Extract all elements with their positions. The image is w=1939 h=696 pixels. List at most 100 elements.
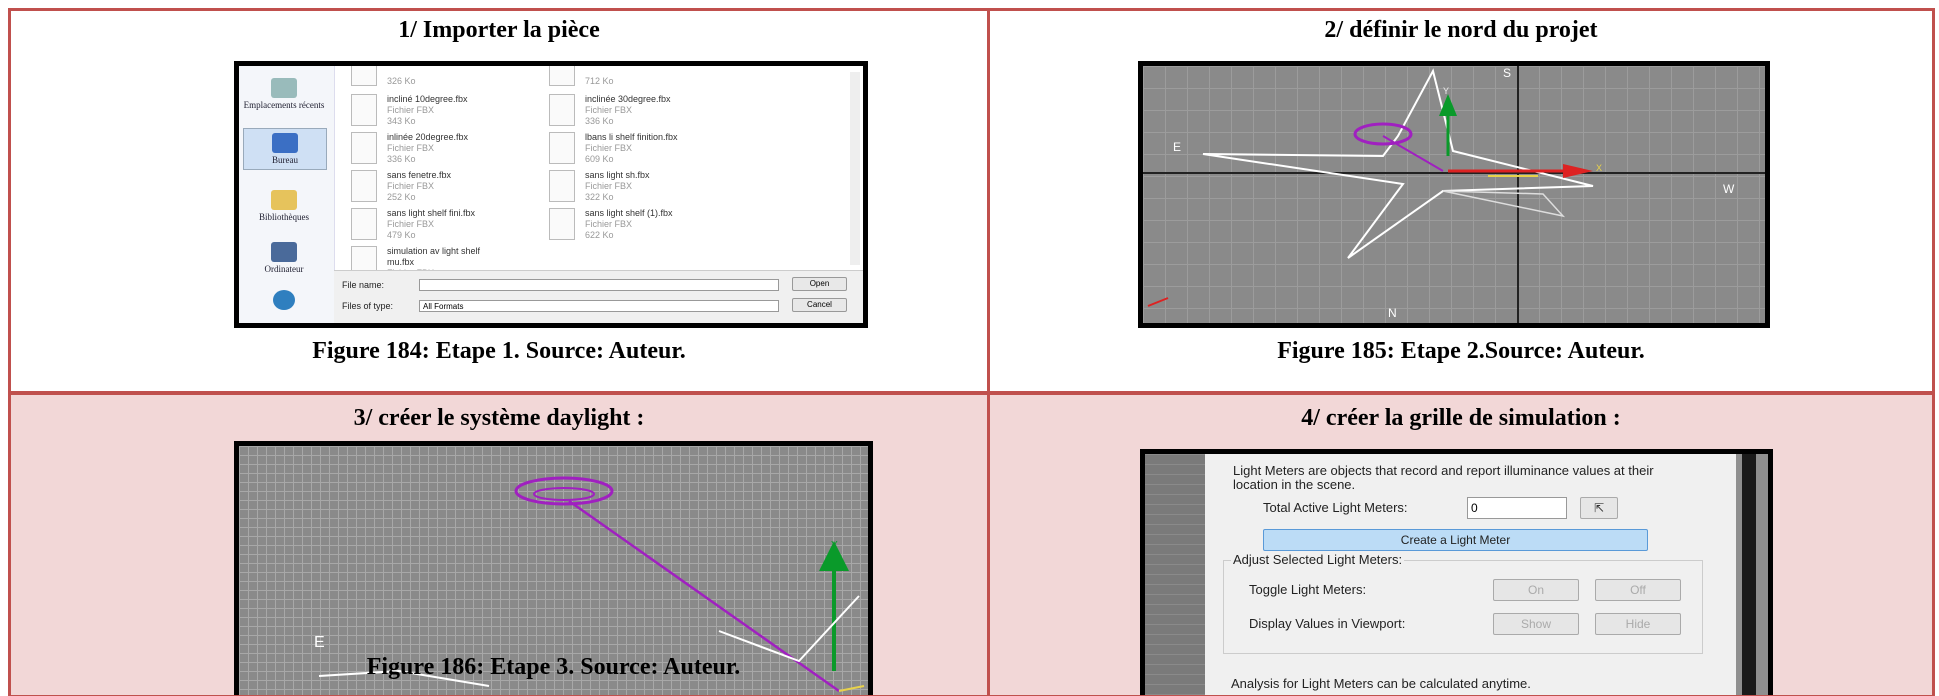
file-type: Fichier FBX bbox=[387, 219, 435, 229]
file-icon bbox=[549, 66, 575, 86]
files-of-type-select[interactable]: All Formats bbox=[419, 300, 779, 312]
cell-step-1: 1/ Importer la pièce Emplacements récent… bbox=[11, 11, 990, 395]
dialog-sidebar: Emplacements récents Bureau Bibliothèque… bbox=[239, 66, 335, 323]
sidebar-label: Emplacements récents bbox=[243, 100, 325, 110]
figure-table: 1/ Importer la pièce Emplacements récent… bbox=[8, 8, 1935, 696]
file-name: inclinée 30degree.fbx bbox=[585, 94, 671, 104]
file-size: 609 Ko bbox=[585, 154, 614, 164]
file-size: 336 Ko bbox=[387, 154, 416, 164]
file-name: inlinée 20degree.fbx bbox=[387, 132, 469, 142]
file-icon bbox=[549, 132, 575, 164]
file-type: Fichier FBX bbox=[387, 105, 435, 115]
network-icon bbox=[273, 290, 295, 310]
file-icon bbox=[351, 208, 377, 240]
file-type: Fichier FBX bbox=[387, 181, 435, 191]
pick-meter-button[interactable]: ⇱ bbox=[1580, 497, 1618, 519]
open-button[interactable]: Open bbox=[792, 277, 847, 291]
file-icon bbox=[549, 208, 575, 240]
file-size: 479 Ko bbox=[387, 230, 416, 240]
step-2-heading: 2/ définir le nord du projet bbox=[1324, 17, 1598, 43]
show-button[interactable]: Show bbox=[1493, 613, 1579, 635]
compass-label-e: E bbox=[1173, 140, 1182, 154]
file-name: simulation av light shelf mu.fbx bbox=[387, 246, 481, 267]
files-of-type-label: Files of type: bbox=[342, 301, 394, 311]
compass-label-n: N bbox=[1388, 306, 1397, 320]
on-button[interactable]: On bbox=[1493, 579, 1579, 601]
axis-label-y: Y bbox=[831, 540, 838, 551]
cursor-pick-icon: ⇱ bbox=[1593, 501, 1605, 515]
file-size: 712 Ko bbox=[585, 76, 614, 86]
file-size: 252 Ko bbox=[387, 192, 416, 202]
file-type: Fichier FBX bbox=[387, 143, 435, 153]
figure-184-caption: Figure 184: Etape 1. Source: Auteur. bbox=[312, 338, 686, 364]
compass-viewport-screenshot: S E W N Y X bbox=[1138, 61, 1770, 328]
sidebar-item-computer[interactable]: Ordinateur bbox=[243, 242, 325, 274]
file-size: 326 Ko bbox=[387, 76, 416, 86]
sidebar-label: Bibliothèques bbox=[259, 212, 309, 222]
file-name: lbans li shelf finition.fbx bbox=[585, 132, 678, 142]
file-size: 322 Ko bbox=[585, 192, 614, 202]
file-type: Fichier FBX bbox=[585, 219, 633, 229]
file-icon bbox=[549, 170, 575, 202]
compass-label-s: S bbox=[1503, 66, 1512, 80]
file-name-label: File name: bbox=[342, 280, 385, 290]
axis-label-y: Y bbox=[1443, 86, 1450, 96]
axis-label-x: X bbox=[1596, 163, 1603, 173]
file-icon bbox=[549, 94, 575, 126]
sidebar-item-recent[interactable]: Emplacements récents bbox=[243, 78, 325, 110]
light-meter-panel: Light Meters are objects that record and… bbox=[1205, 454, 1736, 695]
cell-step-3: 3/ créer le système daylight : E Y Figur… bbox=[11, 395, 990, 695]
create-light-meter-button[interactable]: Create a Light Meter bbox=[1263, 529, 1648, 551]
libraries-icon bbox=[271, 190, 297, 210]
display-values-label: Display Values in Viewport: bbox=[1249, 616, 1406, 631]
file-name-input[interactable] bbox=[419, 279, 779, 291]
desktop-icon bbox=[272, 133, 298, 153]
total-meters-label: Total Active Light Meters: bbox=[1263, 500, 1408, 515]
file-type: Fichier FBX bbox=[585, 181, 633, 191]
recent-places-icon bbox=[271, 78, 297, 98]
sidebar-item-network[interactable] bbox=[243, 290, 325, 312]
file-name: sans fenetre.fbx bbox=[387, 170, 452, 180]
file-icon bbox=[351, 66, 377, 86]
computer-icon bbox=[271, 242, 297, 262]
file-name: sans light sh.fbx bbox=[585, 170, 650, 180]
compass-drawing bbox=[1143, 66, 1765, 323]
file-icon bbox=[351, 132, 377, 164]
adjust-group-box bbox=[1223, 560, 1703, 654]
file-type: Fichier FBX bbox=[585, 143, 633, 153]
panel-scrollbar[interactable] bbox=[1742, 454, 1756, 695]
compass-label-w: W bbox=[1723, 182, 1735, 196]
file-size: 622 Ko bbox=[585, 230, 614, 240]
hide-button[interactable]: Hide bbox=[1595, 613, 1681, 635]
step-3-heading: 3/ créer le système daylight : bbox=[353, 405, 645, 431]
figure-186-caption: Figure 186: Etape 3. Source: Auteur. bbox=[366, 654, 741, 680]
sidebar-label: Bureau bbox=[272, 155, 298, 165]
file-type: Fichier FBX bbox=[585, 105, 633, 115]
light-meter-panel-screenshot: Light Meters are objects that record and… bbox=[1140, 449, 1773, 695]
panel-intro-text: Light Meters are objects that record and… bbox=[1233, 463, 1654, 492]
step-4-heading: 4/ créer la grille de simulation : bbox=[1301, 405, 1621, 431]
adjust-group-label: Adjust Selected Light Meters: bbox=[1231, 552, 1405, 567]
sidebar-label: Ordinateur bbox=[264, 264, 304, 274]
file-icon bbox=[351, 170, 377, 202]
total-meters-value: 0 bbox=[1467, 497, 1567, 519]
file-icon bbox=[351, 94, 377, 126]
cell-step-2: 2/ définir le nord du projet S E W N Y X… bbox=[990, 11, 1932, 395]
dialog-bottom-bar: File name: Open Files of type: All Forma… bbox=[334, 270, 863, 323]
figure-185-caption: Figure 185: Etape 2.Source: Auteur. bbox=[1277, 338, 1645, 364]
cancel-button[interactable]: Cancel bbox=[792, 298, 847, 312]
analysis-note: Analysis for Light Meters can be calcula… bbox=[1231, 676, 1531, 691]
toggle-meters-label: Toggle Light Meters: bbox=[1249, 582, 1367, 597]
file-size: 343 Ko bbox=[387, 116, 416, 126]
file-dialog-screenshot: Emplacements récents Bureau Bibliothèque… bbox=[234, 61, 868, 328]
file-size: 336 Ko bbox=[585, 116, 614, 126]
compass-label-e: E bbox=[314, 634, 325, 651]
cell-step-4: 4/ créer la grille de simulation : Light… bbox=[990, 395, 1932, 695]
off-button[interactable]: Off bbox=[1595, 579, 1681, 601]
file-name: sans light shelf (1).fbx bbox=[585, 208, 673, 218]
sidebar-item-libraries[interactable]: Bibliothèques bbox=[243, 190, 325, 222]
step-1-heading: 1/ Importer la pièce bbox=[398, 17, 600, 43]
file-name: sans light shelf fini.fbx bbox=[387, 208, 476, 218]
file-list-scrollbar[interactable] bbox=[850, 72, 860, 265]
sidebar-item-desktop[interactable]: Bureau bbox=[243, 128, 327, 170]
